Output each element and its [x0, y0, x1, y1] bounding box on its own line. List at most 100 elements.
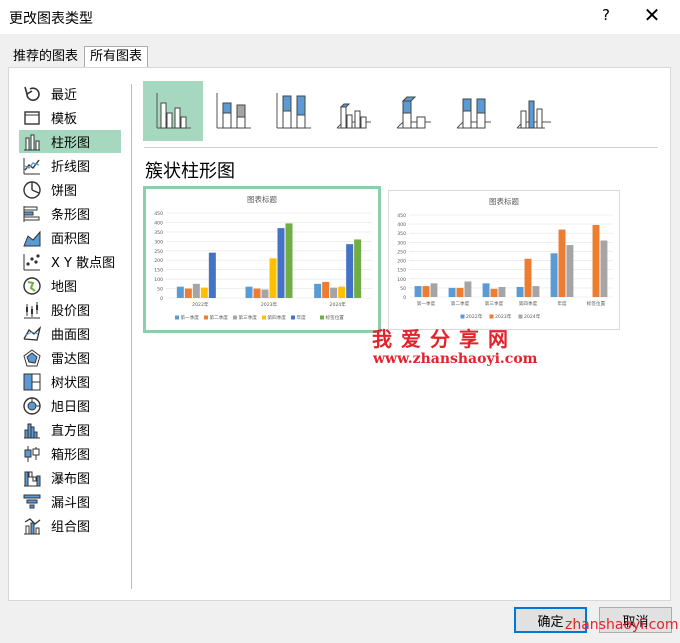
sidebar-item-line-chart[interactable]: 折线图: [19, 154, 121, 177]
bar: [346, 244, 354, 298]
close-button[interactable]: ✕: [640, 3, 664, 27]
subtype-stacked-column[interactable]: [203, 81, 263, 141]
bar-chart-icon: [22, 204, 42, 224]
sidebar-item-waterfall-chart[interactable]: 瀑布图: [19, 466, 121, 489]
3d-clustered-column-icon: [336, 103, 371, 129]
sidebar-item-radar-chart[interactable]: 雷达图: [19, 346, 121, 369]
sidebar-item-area-chart[interactable]: 面积图: [19, 226, 121, 249]
bar: [482, 283, 490, 297]
legend-label: 第三季度: [239, 314, 258, 321]
sidebar-item-scatter-chart[interactable]: X Y 散点图: [19, 250, 121, 273]
sidebar-item-column-chart[interactable]: 柱形图: [19, 130, 121, 153]
sidebar-item-funnel-chart[interactable]: 漏斗图: [19, 490, 121, 513]
sidebar-item-histogram-chart[interactable]: 直方图: [19, 418, 121, 441]
sidebar-item-template[interactable]: 模板: [19, 106, 121, 129]
clustered-column-icon: [156, 93, 191, 129]
subtype-100-stacked-column[interactable]: [263, 81, 323, 141]
y-tick-label: 100: [397, 277, 406, 283]
y-tick-label: 0: [160, 296, 163, 302]
y-tick-label: 300: [397, 240, 406, 246]
watermark-url: www.zhanshaoyi.com: [373, 351, 538, 367]
subtype-3d-stacked-column[interactable]: [383, 81, 443, 141]
subtype-clustered-column[interactable]: [143, 81, 203, 141]
y-tick-label: 50: [400, 286, 406, 292]
sidebar-item-sunburst-chart[interactable]: 旭日图: [19, 394, 121, 417]
legend-swatch: [291, 315, 295, 320]
sidebar-item-label: 曲面图: [51, 328, 91, 343]
sidebar-item-box-whisker-chart[interactable]: 箱形图: [19, 442, 121, 465]
sidebar-item-label: 地图: [51, 280, 78, 295]
bar: [490, 288, 498, 297]
preview-by-category-year[interactable]: 图表标题 0 50 100 150 200 250 300 350 400 450 2022年 2023…: [143, 186, 381, 333]
funnel-chart-icon: [22, 492, 42, 512]
sidebar-item-pie-chart[interactable]: 饼图: [19, 178, 121, 201]
tab-recommended-charts[interactable]: 推荐的图表: [8, 47, 83, 67]
y-tick-label: 150: [397, 268, 406, 274]
help-button[interactable]: ?: [598, 6, 614, 24]
legend-label: 第二季度: [210, 314, 229, 321]
legend-label: 标签位置: [326, 314, 345, 321]
subtype-title: 簇状柱形图: [145, 161, 235, 182]
subtype-3d-clustered-column[interactable]: [323, 81, 383, 141]
title-bar: [0, 0, 680, 34]
tab-all-charts[interactable]: 所有图表: [84, 46, 149, 68]
bar: [269, 258, 277, 298]
sidebar-item-stock-chart[interactable]: 股价图: [19, 298, 121, 321]
x-tick-label: 年度: [557, 300, 567, 307]
chart-title: 图表标题: [247, 194, 277, 204]
combo-chart-icon: [22, 516, 42, 536]
bar: [322, 281, 330, 298]
sidebar-item-label: 条形图: [51, 208, 91, 223]
sidebar-item-combo-chart[interactable]: 组合图: [19, 514, 121, 537]
sidebar-item-label: 面积图: [51, 232, 91, 247]
y-tick-label: 400: [154, 220, 163, 226]
x-tick-label: 2024年: [330, 301, 347, 308]
y-tick-label: 300: [154, 239, 163, 245]
sidebar-item-treemap-chart[interactable]: 树状图: [19, 370, 121, 393]
y-tick-label: 250: [154, 249, 163, 255]
y-tick-label: 0: [403, 295, 406, 301]
preview-by-quarter[interactable]: 图表标题 0 50 100 150 200 250 300 350 400 450 第一季度 第二季度 第…: [388, 190, 620, 330]
preview-chart-1: 图表标题 0 50 100 150 200 250 300 350 400 450 2022年 2023…: [154, 194, 372, 321]
sidebar-item-label: 树状图: [51, 376, 91, 391]
subtype-3d-column[interactable]: [503, 81, 563, 141]
bar: [516, 286, 524, 297]
legend-swatch: [518, 314, 523, 319]
bar: [414, 286, 422, 297]
bar: [524, 258, 532, 297]
x-tick-label: 2023年: [261, 301, 278, 308]
3d-percent-stacked-column-icon: [456, 98, 491, 129]
y-tick-label: 100: [154, 277, 163, 283]
sidebar-item-map-chart[interactable]: 地图: [19, 274, 121, 297]
x-tick-label: 标签位置: [587, 300, 606, 307]
watermark-title: 我爱分享网: [372, 327, 517, 351]
stacked-column-icon: [216, 93, 251, 129]
legend-swatch: [233, 315, 237, 320]
stock-chart-icon: [22, 300, 42, 320]
sidebar-item-label: 柱形图: [51, 136, 91, 151]
legend-label: 年度: [297, 314, 307, 321]
bar: [338, 286, 346, 298]
bar: [330, 287, 338, 298]
line-chart-icon: [22, 156, 42, 176]
legend-swatch: [460, 314, 465, 319]
sidebar-item-label: 箱形图: [51, 448, 91, 463]
sidebar-item-label: 最近: [51, 88, 78, 103]
bar: [550, 253, 558, 297]
subtype-3d-100-stacked-column[interactable]: [443, 81, 503, 141]
sidebar-item-recent[interactable]: 最近: [19, 82, 121, 105]
bar: [558, 229, 566, 297]
sidebar-item-surface-chart[interactable]: 曲面图: [19, 322, 121, 345]
legend-swatch: [489, 314, 494, 319]
bar: [448, 287, 456, 297]
legend-swatch: [204, 315, 208, 320]
bar: [422, 286, 430, 297]
sidebar-item-label: 漏斗图: [51, 496, 91, 511]
area-chart-icon: [22, 228, 42, 248]
bar: [176, 286, 184, 298]
sidebar-item-bar-chart[interactable]: 条形图: [19, 202, 121, 225]
bar: [192, 283, 200, 298]
y-tick-label: 200: [397, 259, 406, 265]
x-tick-label: 第一季度: [417, 300, 436, 307]
bar: [245, 286, 253, 298]
